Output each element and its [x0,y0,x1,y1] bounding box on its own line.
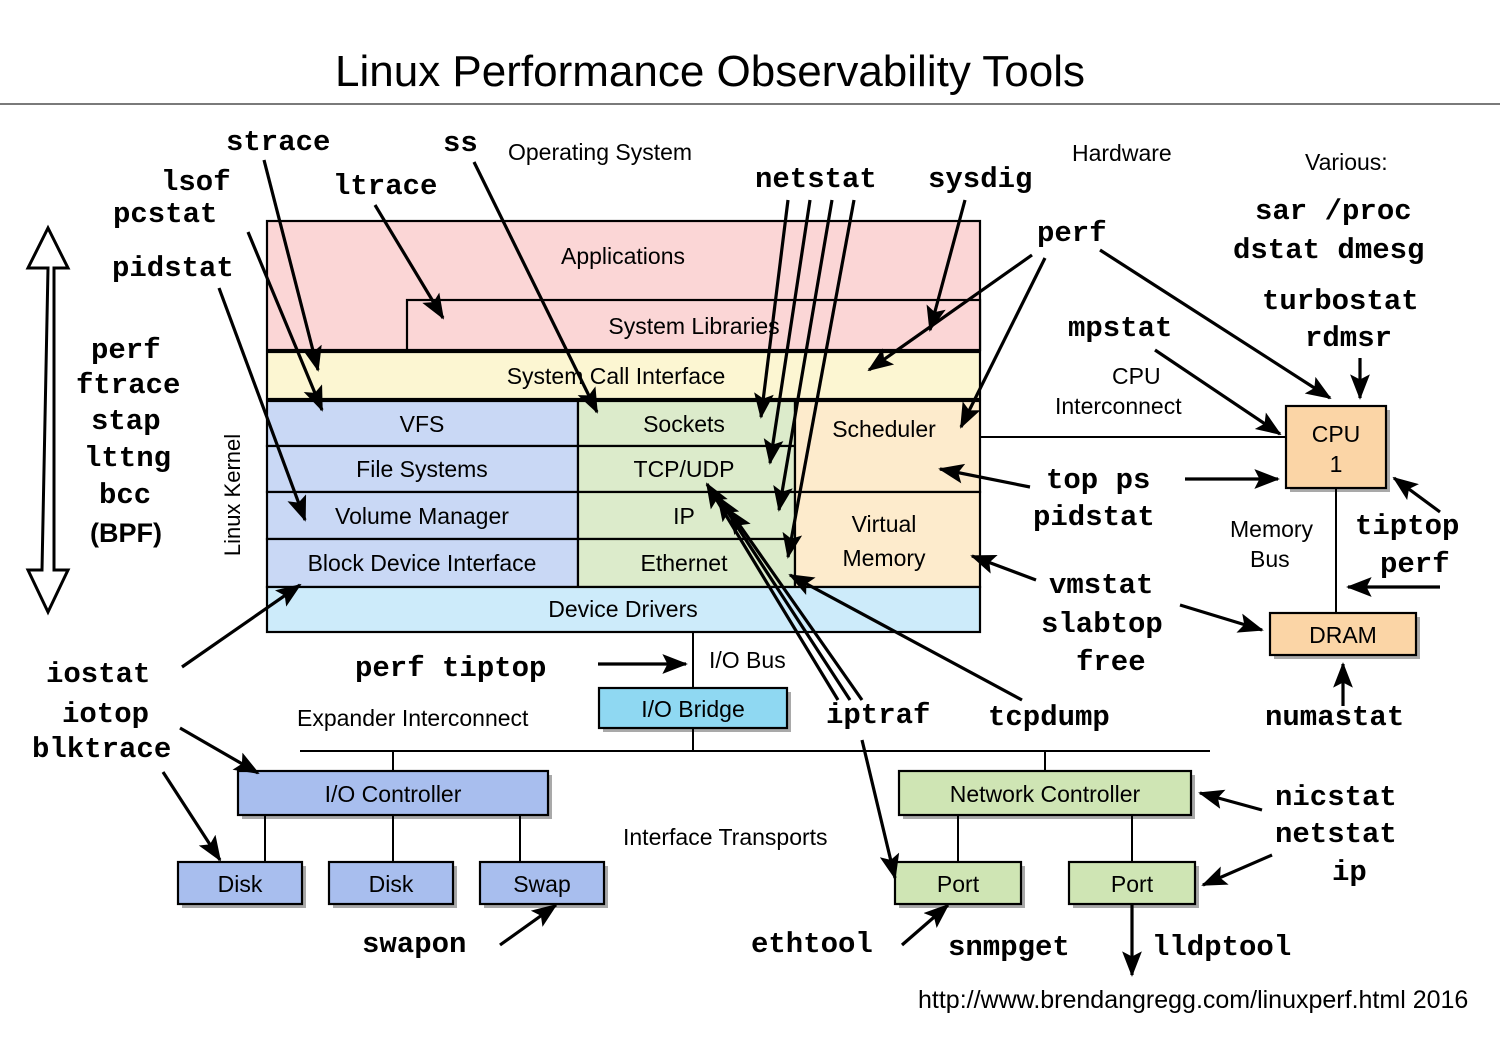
arrow-ethtool [900,903,950,947]
label-network-controller: Network Controller [950,781,1141,807]
box-scheduler [793,399,982,494]
tool-ss: ss [443,127,478,160]
tool-tracing-bpf: (BPF) [90,518,162,548]
label-various: Various: [1305,149,1388,175]
arrow-iptraf-port [860,739,900,880]
label-memory-bus-line2: Bus [1250,546,1290,572]
tool-lldptool: lldptool [1152,931,1291,964]
arrow-mpstat [1154,348,1282,436]
label-applications: Applications [561,243,685,269]
label-disk-2: Disk [369,871,414,897]
tool-free: free [1076,646,1146,679]
label-cpu-line2: 1 [1330,451,1343,477]
label-cpu-line1: CPU [1312,421,1361,447]
label-disk-1: Disk [218,871,263,897]
label-system-call-interface: System Call Interface [507,363,726,389]
arrow-vmstat-dram [1179,603,1264,633]
tracing-scope-arrow [25,224,71,616]
label-cpu-interconnect-line2: Interconnect [1055,393,1182,419]
tool-rdmsr: rdmsr [1305,322,1392,355]
label-expander-interconnect: Expander Interconnect [297,705,529,731]
arrow-netstat-port [1201,853,1273,887]
tool-ethtool: ethtool [751,928,873,961]
tool-perf-tiptop: perf tiptop [355,652,546,685]
label-port-1: Port [937,871,980,897]
tool-tiptop: tiptop [1355,510,1459,543]
label-io-controller: I/O Controller [325,781,462,807]
tool-netstat-nic: netstat [1275,818,1397,851]
tool-pidstat: pidstat [112,252,234,285]
box-virtual-memory [793,490,982,589]
tool-turbostat: turbostat [1262,285,1419,318]
tool-iotop: iotop [62,698,149,731]
label-ip: IP [673,503,695,529]
label-memory-bus-line1: Memory [1230,516,1314,542]
label-sockets: Sockets [643,411,725,437]
tool-tracing-stap: stap [91,405,161,438]
tool-top-ps: top ps [1046,464,1150,497]
label-io-bridge: I/O Bridge [641,696,745,722]
tool-tcpdump: tcpdump [988,701,1110,734]
tool-mpstat: mpstat [1068,312,1172,345]
label-virtual-memory-line2: Memory [842,545,926,571]
label-virtual-memory-line1: Virtual [852,511,917,537]
diagram-canvas: Linux Performance Observability Tools Ap… [0,0,1500,1050]
tool-snmpget: snmpget [948,931,1070,964]
tool-iptraf: iptraf [826,699,930,732]
page-title: Linux Performance Observability Tools [335,47,1085,96]
tool-netstat-top: netstat [755,163,877,196]
arrow-tiptop-cpu [1392,476,1441,514]
label-hardware: Hardware [1072,140,1172,166]
label-cpu-interconnect-line1: CPU [1112,363,1161,389]
tool-strace: strace [226,126,330,159]
tool-numastat: numastat [1265,701,1404,734]
arrow-vmstat-vm [970,554,1037,582]
footer-url: http://www.brendangregg.com/linuxperf.ht… [918,986,1468,1014]
label-vfs: VFS [400,411,445,437]
label-file-systems: File Systems [356,456,488,482]
label-system-libraries: System Libraries [608,313,779,339]
tool-vmstat: vmstat [1049,569,1153,602]
tool-ltrace: ltrace [333,170,437,203]
tool-perf-mem: perf [1380,548,1450,581]
tool-tracing-bcc: bcc [99,479,151,512]
label-device-drivers: Device Drivers [548,596,698,622]
arrow-blktrace [161,771,222,862]
tool-dstat-dmesg: dstat dmesg [1233,234,1424,267]
tool-sar-proc: sar /proc [1255,195,1412,228]
tool-pcstat: pcstat [113,198,217,231]
label-io-bus: I/O Bus [709,647,786,673]
tool-nicstat: nicstat [1275,781,1397,814]
tool-lsof: lsof [161,166,231,199]
arrow-nicstat [1198,789,1263,812]
tool-tracing-lttng: lttng [84,442,171,475]
label-operating-system: Operating System [508,139,692,165]
tool-tracing-perf: perf [91,334,161,367]
tool-pidstat-cpu: pidstat [1033,501,1155,534]
label-tcp-udp: TCP/UDP [634,456,735,482]
tool-slabtop: slabtop [1041,608,1163,641]
tool-sysdig: sysdig [928,163,1032,196]
label-dram: DRAM [1309,622,1377,648]
tool-swapon: swapon [362,928,466,961]
arrow-iotop [179,726,260,775]
tool-blktrace: blktrace [32,733,171,766]
label-volume-manager: Volume Manager [335,503,509,529]
tool-tracing-ftrace: ftrace [76,369,180,402]
label-ethernet: Ethernet [641,550,729,576]
label-swap: Swap [513,871,571,897]
label-linux-kernel: Linux Kernel [220,434,245,556]
label-port-2: Port [1111,871,1154,897]
label-scheduler: Scheduler [832,416,936,442]
tool-ip: ip [1332,856,1367,889]
tool-iostat: iostat [46,658,150,691]
tool-perf-hardware: perf [1037,217,1107,250]
arrow-swapon [499,903,558,947]
label-block-device-interface: Block Device Interface [308,550,537,576]
label-interface-transports: Interface Transports [623,824,828,850]
